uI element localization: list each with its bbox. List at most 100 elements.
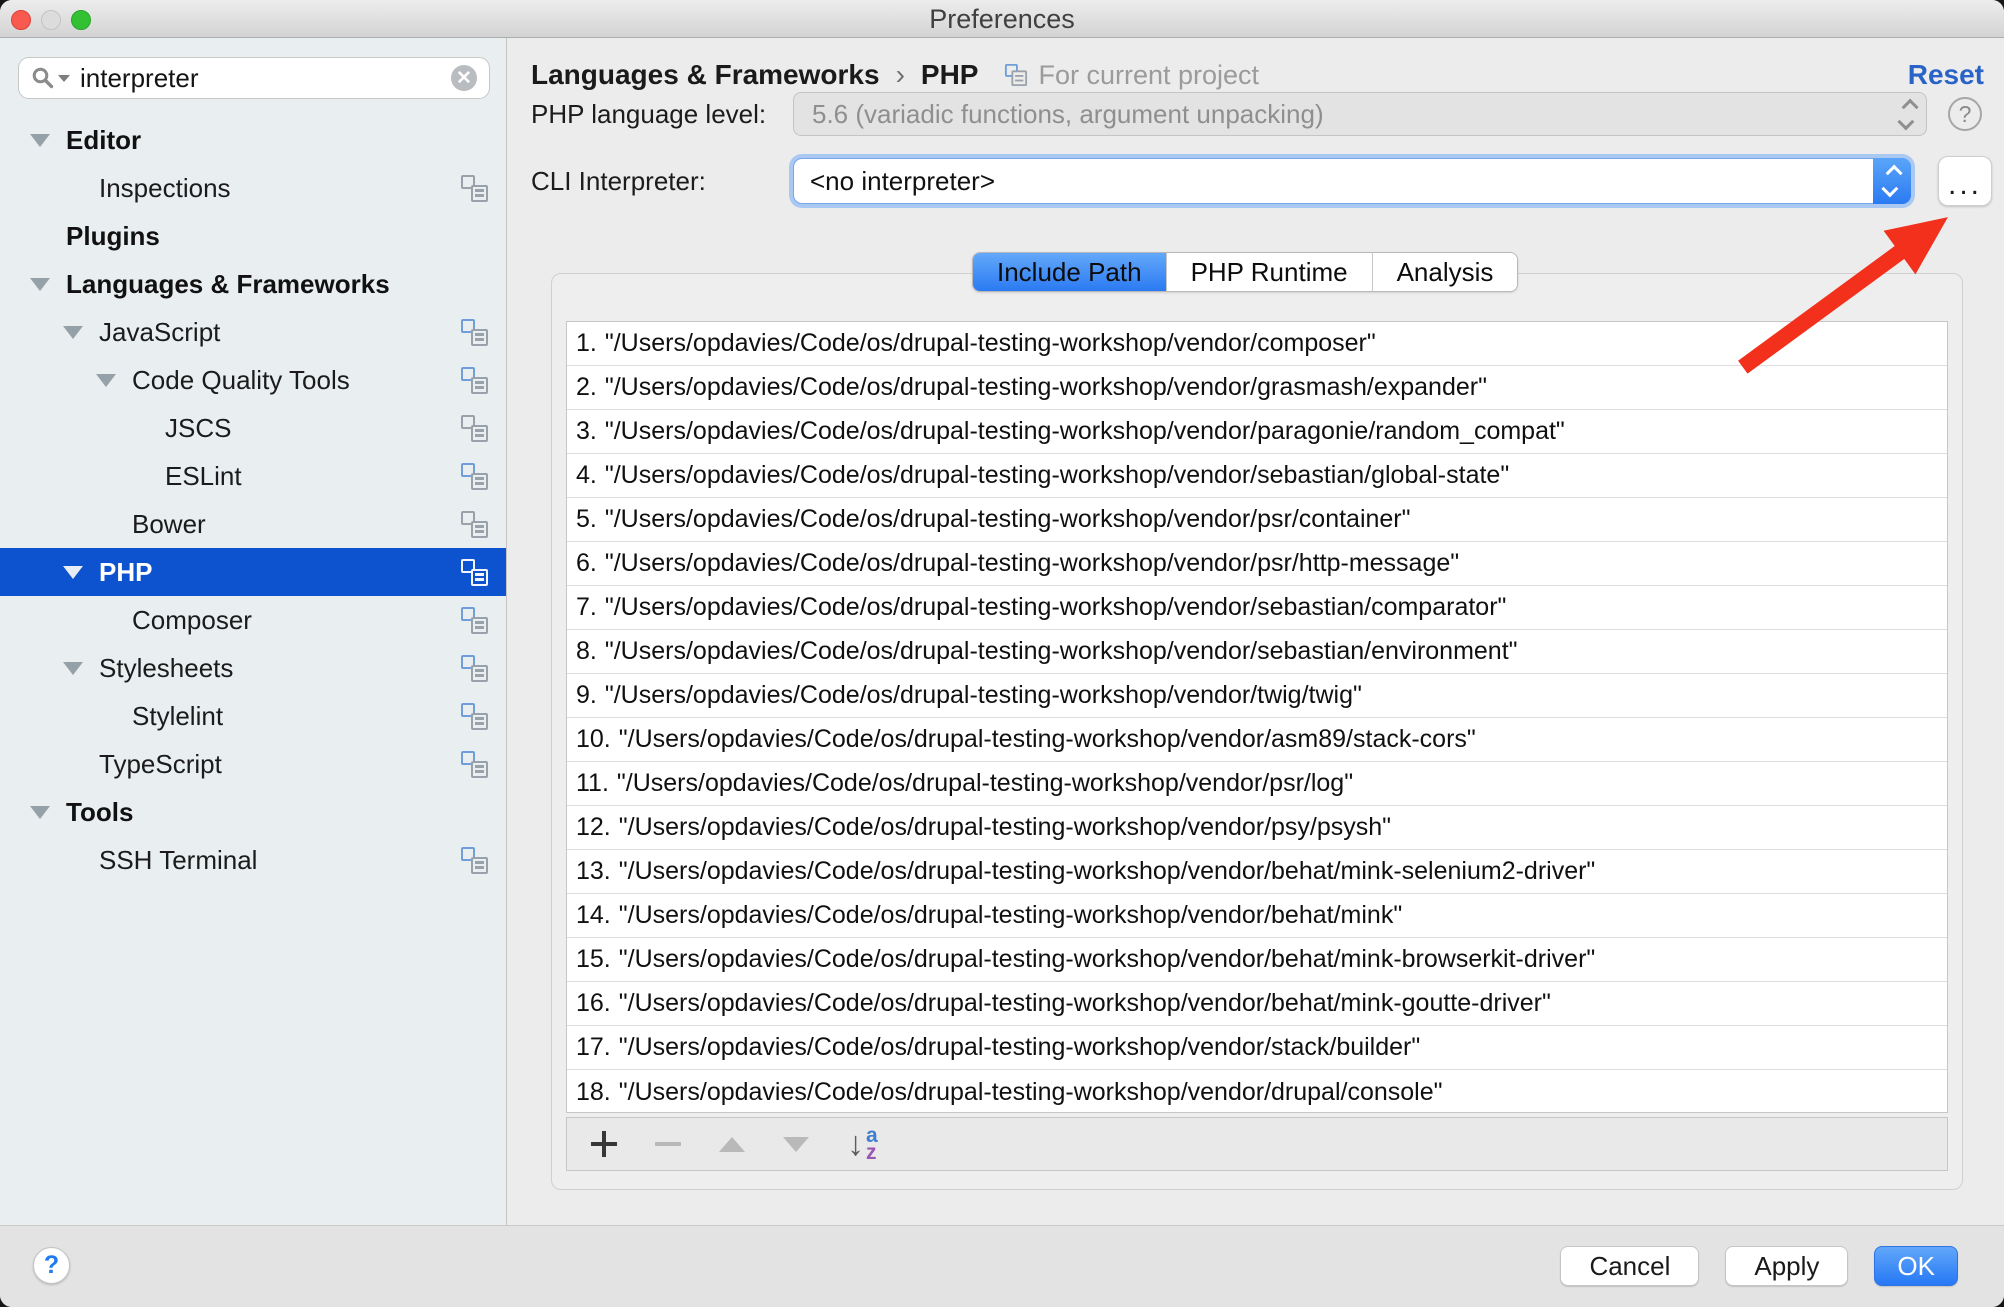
sidebar-item-label: Bower bbox=[132, 509, 206, 540]
php-language-level-select[interactable]: 5.6 (variadic functions, argument unpack… bbox=[793, 92, 1927, 136]
expand-triangle-icon[interactable] bbox=[63, 662, 99, 675]
search-options-chevron-icon[interactable] bbox=[58, 75, 70, 82]
expand-triangle-icon[interactable] bbox=[63, 326, 99, 339]
path-value: "/Users/opdavies/Code/os/drupal-testing-… bbox=[605, 549, 1459, 578]
modified-settings-icon bbox=[461, 847, 488, 874]
sidebar-item-php[interactable]: PHP bbox=[0, 548, 506, 596]
sidebar-item-stylesheets[interactable]: Stylesheets bbox=[0, 644, 506, 692]
path-value: "/Users/opdavies/Code/os/drupal-testing-… bbox=[619, 1033, 1420, 1062]
browse-interpreters-button[interactable]: ... bbox=[1938, 156, 1992, 206]
include-path-list[interactable]: 1."/Users/opdavies/Code/os/drupal-testin… bbox=[566, 321, 1948, 1113]
cli-interpreter-select[interactable]: <no interpreter> bbox=[793, 158, 1911, 204]
add-path-icon[interactable] bbox=[591, 1131, 617, 1157]
modified-settings-icon bbox=[461, 751, 488, 778]
include-path-row[interactable]: 11."/Users/opdavies/Code/os/drupal-testi… bbox=[567, 762, 1947, 806]
remove-path-icon[interactable] bbox=[655, 1142, 681, 1146]
path-index: 13. bbox=[576, 857, 611, 886]
move-down-icon[interactable] bbox=[783, 1137, 809, 1152]
sort-alphabetically-icon[interactable]: ↓ a z bbox=[847, 1127, 878, 1161]
sidebar-item-stylelint[interactable]: Stylelint bbox=[0, 692, 506, 740]
search-icon bbox=[31, 66, 55, 90]
path-value: "/Users/opdavies/Code/os/drupal-testing-… bbox=[619, 989, 1551, 1018]
include-path-row[interactable]: 15."/Users/opdavies/Code/os/drupal-testi… bbox=[567, 938, 1947, 982]
tab-php-runtime[interactable]: PHP Runtime bbox=[1167, 253, 1373, 291]
breadcrumb-languages-frameworks[interactable]: Languages & Frameworks bbox=[531, 59, 880, 91]
path-value: "/Users/opdavies/Code/os/drupal-testing-… bbox=[605, 681, 1362, 710]
include-path-row[interactable]: 16."/Users/opdavies/Code/os/drupal-testi… bbox=[567, 982, 1947, 1026]
modified-settings-icon bbox=[461, 463, 488, 490]
path-value: "/Users/opdavies/Code/os/drupal-testing-… bbox=[619, 725, 1476, 754]
include-path-row[interactable]: 7."/Users/opdavies/Code/os/drupal-testin… bbox=[567, 586, 1947, 630]
sidebar-item-javascript[interactable]: JavaScript bbox=[0, 308, 506, 356]
settings-content: Languages & Frameworks › PHP For current… bbox=[507, 38, 2004, 1225]
path-index: 10. bbox=[576, 725, 611, 754]
sidebar-item-label: JavaScript bbox=[99, 317, 220, 348]
ok-button[interactable]: OK bbox=[1874, 1246, 1958, 1286]
language-level-help-icon[interactable]: ? bbox=[1948, 97, 1982, 131]
select-stepper-blue-icon[interactable] bbox=[1873, 158, 1911, 204]
cancel-button[interactable]: Cancel bbox=[1560, 1246, 1699, 1286]
modified-settings-icon bbox=[461, 415, 488, 442]
include-path-row[interactable]: 2."/Users/opdavies/Code/os/drupal-testin… bbox=[567, 366, 1947, 410]
search-input[interactable]: interpreter ✕ bbox=[18, 57, 490, 99]
path-index: 18. bbox=[576, 1078, 611, 1107]
tab-include-path[interactable]: Include Path bbox=[973, 253, 1167, 291]
path-value: "/Users/opdavies/Code/os/drupal-testing-… bbox=[619, 857, 1596, 886]
sidebar-item-code-quality-tools[interactable]: Code Quality Tools bbox=[0, 356, 506, 404]
modified-settings-icon bbox=[461, 175, 488, 202]
include-path-row[interactable]: 3. "/Users/opdavies/Code/os/drupal-testin… bbox=[567, 410, 1947, 454]
include-path-row[interactable]: 18."/Users/opdavies/Code/os/drupal-testi… bbox=[567, 1070, 1947, 1113]
sidebar-item-languages-frameworks[interactable]: Languages & Frameworks bbox=[0, 260, 506, 308]
sidebar-item-label: PHP bbox=[99, 557, 152, 588]
include-path-row[interactable]: 12."/Users/opdavies/Code/os/drupal-testi… bbox=[567, 806, 1947, 850]
path-index: 4. bbox=[576, 461, 597, 490]
sidebar-item-jscs[interactable]: JSCS bbox=[0, 404, 506, 452]
path-value: "/Users/opdavies/Code/os/drupal-testing-… bbox=[619, 901, 1402, 930]
expand-triangle-icon[interactable] bbox=[30, 278, 66, 291]
include-path-row[interactable]: 14."/Users/opdavies/Code/os/drupal-testi… bbox=[567, 894, 1947, 938]
sidebar-item-tools[interactable]: Tools bbox=[0, 788, 506, 836]
help-button[interactable]: ? bbox=[33, 1247, 70, 1284]
sidebar-item-plugins[interactable]: Plugins bbox=[0, 212, 506, 260]
sidebar-item-label: Stylelint bbox=[132, 701, 223, 732]
apply-button[interactable]: Apply bbox=[1725, 1246, 1848, 1286]
path-value: "/Users/opdavies/Code/os/drupal-testing-… bbox=[605, 461, 1509, 490]
include-path-row[interactable]: 17."/Users/opdavies/Code/os/drupal-testi… bbox=[567, 1026, 1947, 1070]
clear-search-icon[interactable]: ✕ bbox=[451, 65, 477, 91]
expand-triangle-icon[interactable] bbox=[96, 374, 132, 387]
path-value: "/Users/opdavies/Code/os/drupal-testing-… bbox=[605, 417, 1565, 446]
modified-settings-icon bbox=[461, 607, 488, 634]
expand-triangle-icon[interactable] bbox=[63, 566, 99, 579]
sidebar-item-inspections[interactable]: Inspections bbox=[0, 164, 506, 212]
include-path-row[interactable]: 6. "/Users/opdavies/Code/os/drupal-testin… bbox=[567, 542, 1947, 586]
path-index: 6. bbox=[576, 549, 597, 578]
cli-interpreter-label: CLI Interpreter: bbox=[531, 166, 793, 197]
sidebar-item-editor[interactable]: Editor bbox=[0, 116, 506, 164]
include-path-row[interactable]: 10. "/Users/opdavies/Code/os/drupal-testi… bbox=[567, 718, 1947, 762]
sidebar-item-typescript[interactable]: TypeScript bbox=[0, 740, 506, 788]
sidebar-item-bower[interactable]: Bower bbox=[0, 500, 506, 548]
tab-analysis[interactable]: Analysis bbox=[1373, 253, 1518, 291]
include-path-row[interactable]: 1."/Users/opdavies/Code/os/drupal-testin… bbox=[567, 322, 1947, 366]
sidebar-item-ssh-terminal[interactable]: SSH Terminal bbox=[0, 836, 506, 884]
sidebar-item-label: ESLint bbox=[165, 461, 242, 492]
include-path-row[interactable]: 9."/Users/opdavies/Code/os/drupal-testin… bbox=[567, 674, 1947, 718]
dialog-footer: ? Cancel Apply OK bbox=[0, 1225, 2004, 1307]
include-path-row[interactable]: 13. "/Users/opdavies/Code/os/drupal-testi… bbox=[567, 850, 1947, 894]
move-up-icon[interactable] bbox=[719, 1137, 745, 1152]
include-path-row[interactable]: 8."/Users/opdavies/Code/os/drupal-testin… bbox=[567, 630, 1947, 674]
titlebar[interactable]: Preferences bbox=[0, 0, 2004, 38]
reset-link[interactable]: Reset bbox=[1908, 59, 1984, 91]
path-value: "/Users/opdavies/Code/os/drupal-testing-… bbox=[605, 373, 1487, 402]
path-index: 15. bbox=[576, 945, 611, 974]
path-index: 3. bbox=[576, 417, 597, 446]
sidebar-item-eslint[interactable]: ESLint bbox=[0, 452, 506, 500]
expand-triangle-icon[interactable] bbox=[30, 806, 66, 819]
sidebar-item-composer[interactable]: Composer bbox=[0, 596, 506, 644]
expand-triangle-icon[interactable] bbox=[30, 134, 66, 147]
path-value: "/Users/opdavies/Code/os/drupal-testing-… bbox=[605, 329, 1376, 358]
scope-indicator: For current project bbox=[1004, 60, 1259, 91]
include-path-row[interactable]: 5."/Users/opdavies/Code/os/drupal-testin… bbox=[567, 498, 1947, 542]
sidebar-item-label: SSH Terminal bbox=[99, 845, 257, 876]
include-path-row[interactable]: 4. "/Users/opdavies/Code/os/drupal-testin… bbox=[567, 454, 1947, 498]
